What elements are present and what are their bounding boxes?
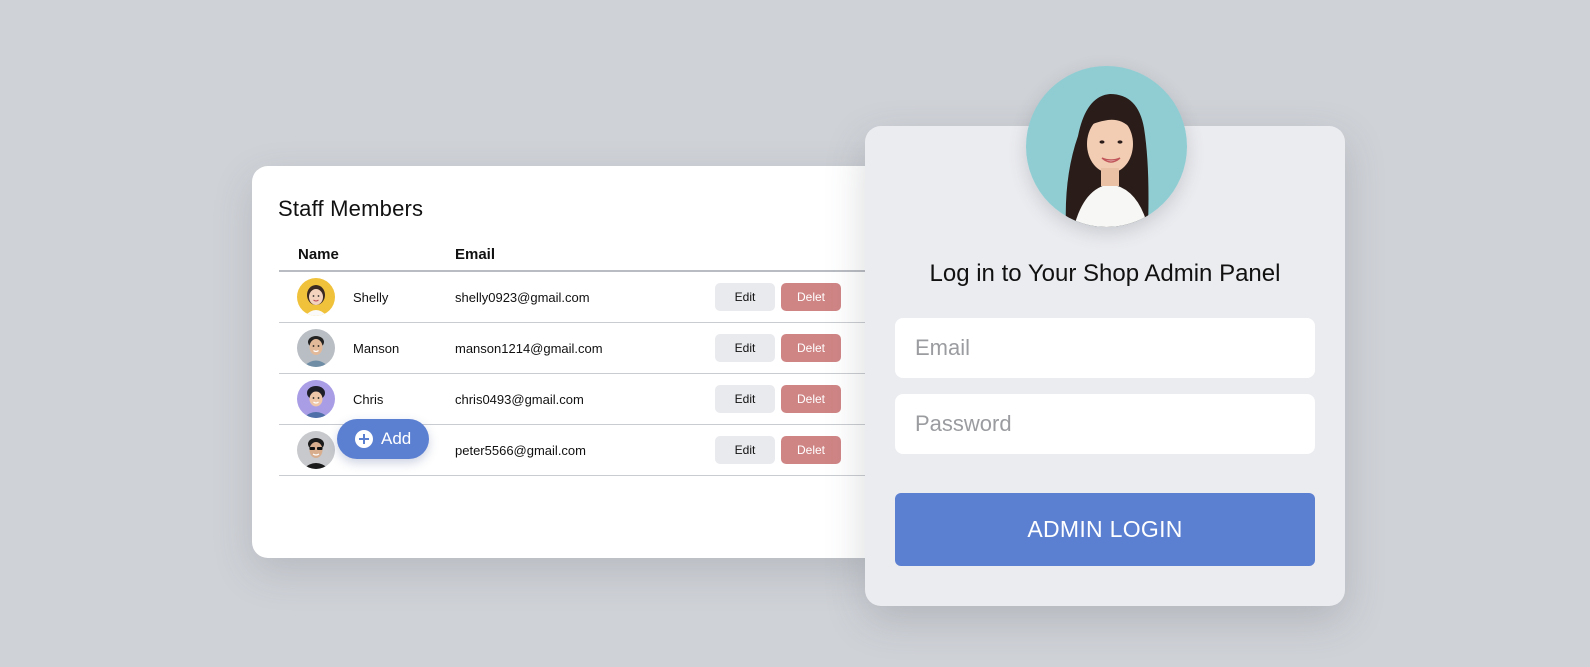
delete-button[interactable]: Delet [781, 385, 841, 413]
staff-email: shelly0923@gmail.com [455, 290, 590, 305]
staff-title: Staff Members [278, 196, 424, 221]
edit-button[interactable]: Edit [715, 283, 775, 311]
staff-email: manson1214@gmail.com [455, 341, 603, 356]
avatar [297, 380, 335, 418]
table-row: Shelly shelly0923@gmail.com Edit Delet [279, 272, 892, 323]
delete-button[interactable]: Delet [781, 334, 841, 362]
edit-button[interactable]: Edit [715, 334, 775, 362]
plus-circle-icon [355, 430, 373, 448]
password-field[interactable] [895, 394, 1315, 454]
staff-email: peter5566@gmail.com [455, 443, 586, 458]
table-row: Chris chris0493@gmail.com Edit Delet [279, 374, 892, 425]
admin-login-button[interactable]: ADMIN LOGIN [895, 493, 1315, 566]
login-title: Log in to Your Shop Admin Panel [929, 260, 1281, 287]
column-header-name: Name [298, 246, 339, 263]
avatar [297, 329, 335, 367]
staff-name: Manson [353, 341, 400, 356]
email-field[interactable] [895, 318, 1315, 378]
staff-name: Shelly [353, 290, 389, 305]
delete-button[interactable]: Delet [781, 283, 841, 311]
table-row: Manson manson1214@gmail.com Edit Delet [279, 323, 892, 374]
add-staff-button[interactable]: Add [337, 419, 429, 459]
table-header: Name Email [279, 246, 892, 272]
column-header-email: Email [455, 246, 496, 263]
staff-email: chris0493@gmail.com [455, 392, 584, 407]
edit-button[interactable]: Edit [715, 385, 775, 413]
avatar [297, 431, 335, 469]
staff-members-card: Staff Members Name Email Shelly shelly09… [252, 166, 892, 558]
add-button-label: Add [381, 429, 412, 448]
admin-profile-photo [1026, 66, 1187, 227]
delete-button[interactable]: Delet [781, 436, 841, 464]
edit-button[interactable]: Edit [715, 436, 775, 464]
avatar [297, 278, 335, 316]
staff-name: Chris [353, 392, 384, 407]
